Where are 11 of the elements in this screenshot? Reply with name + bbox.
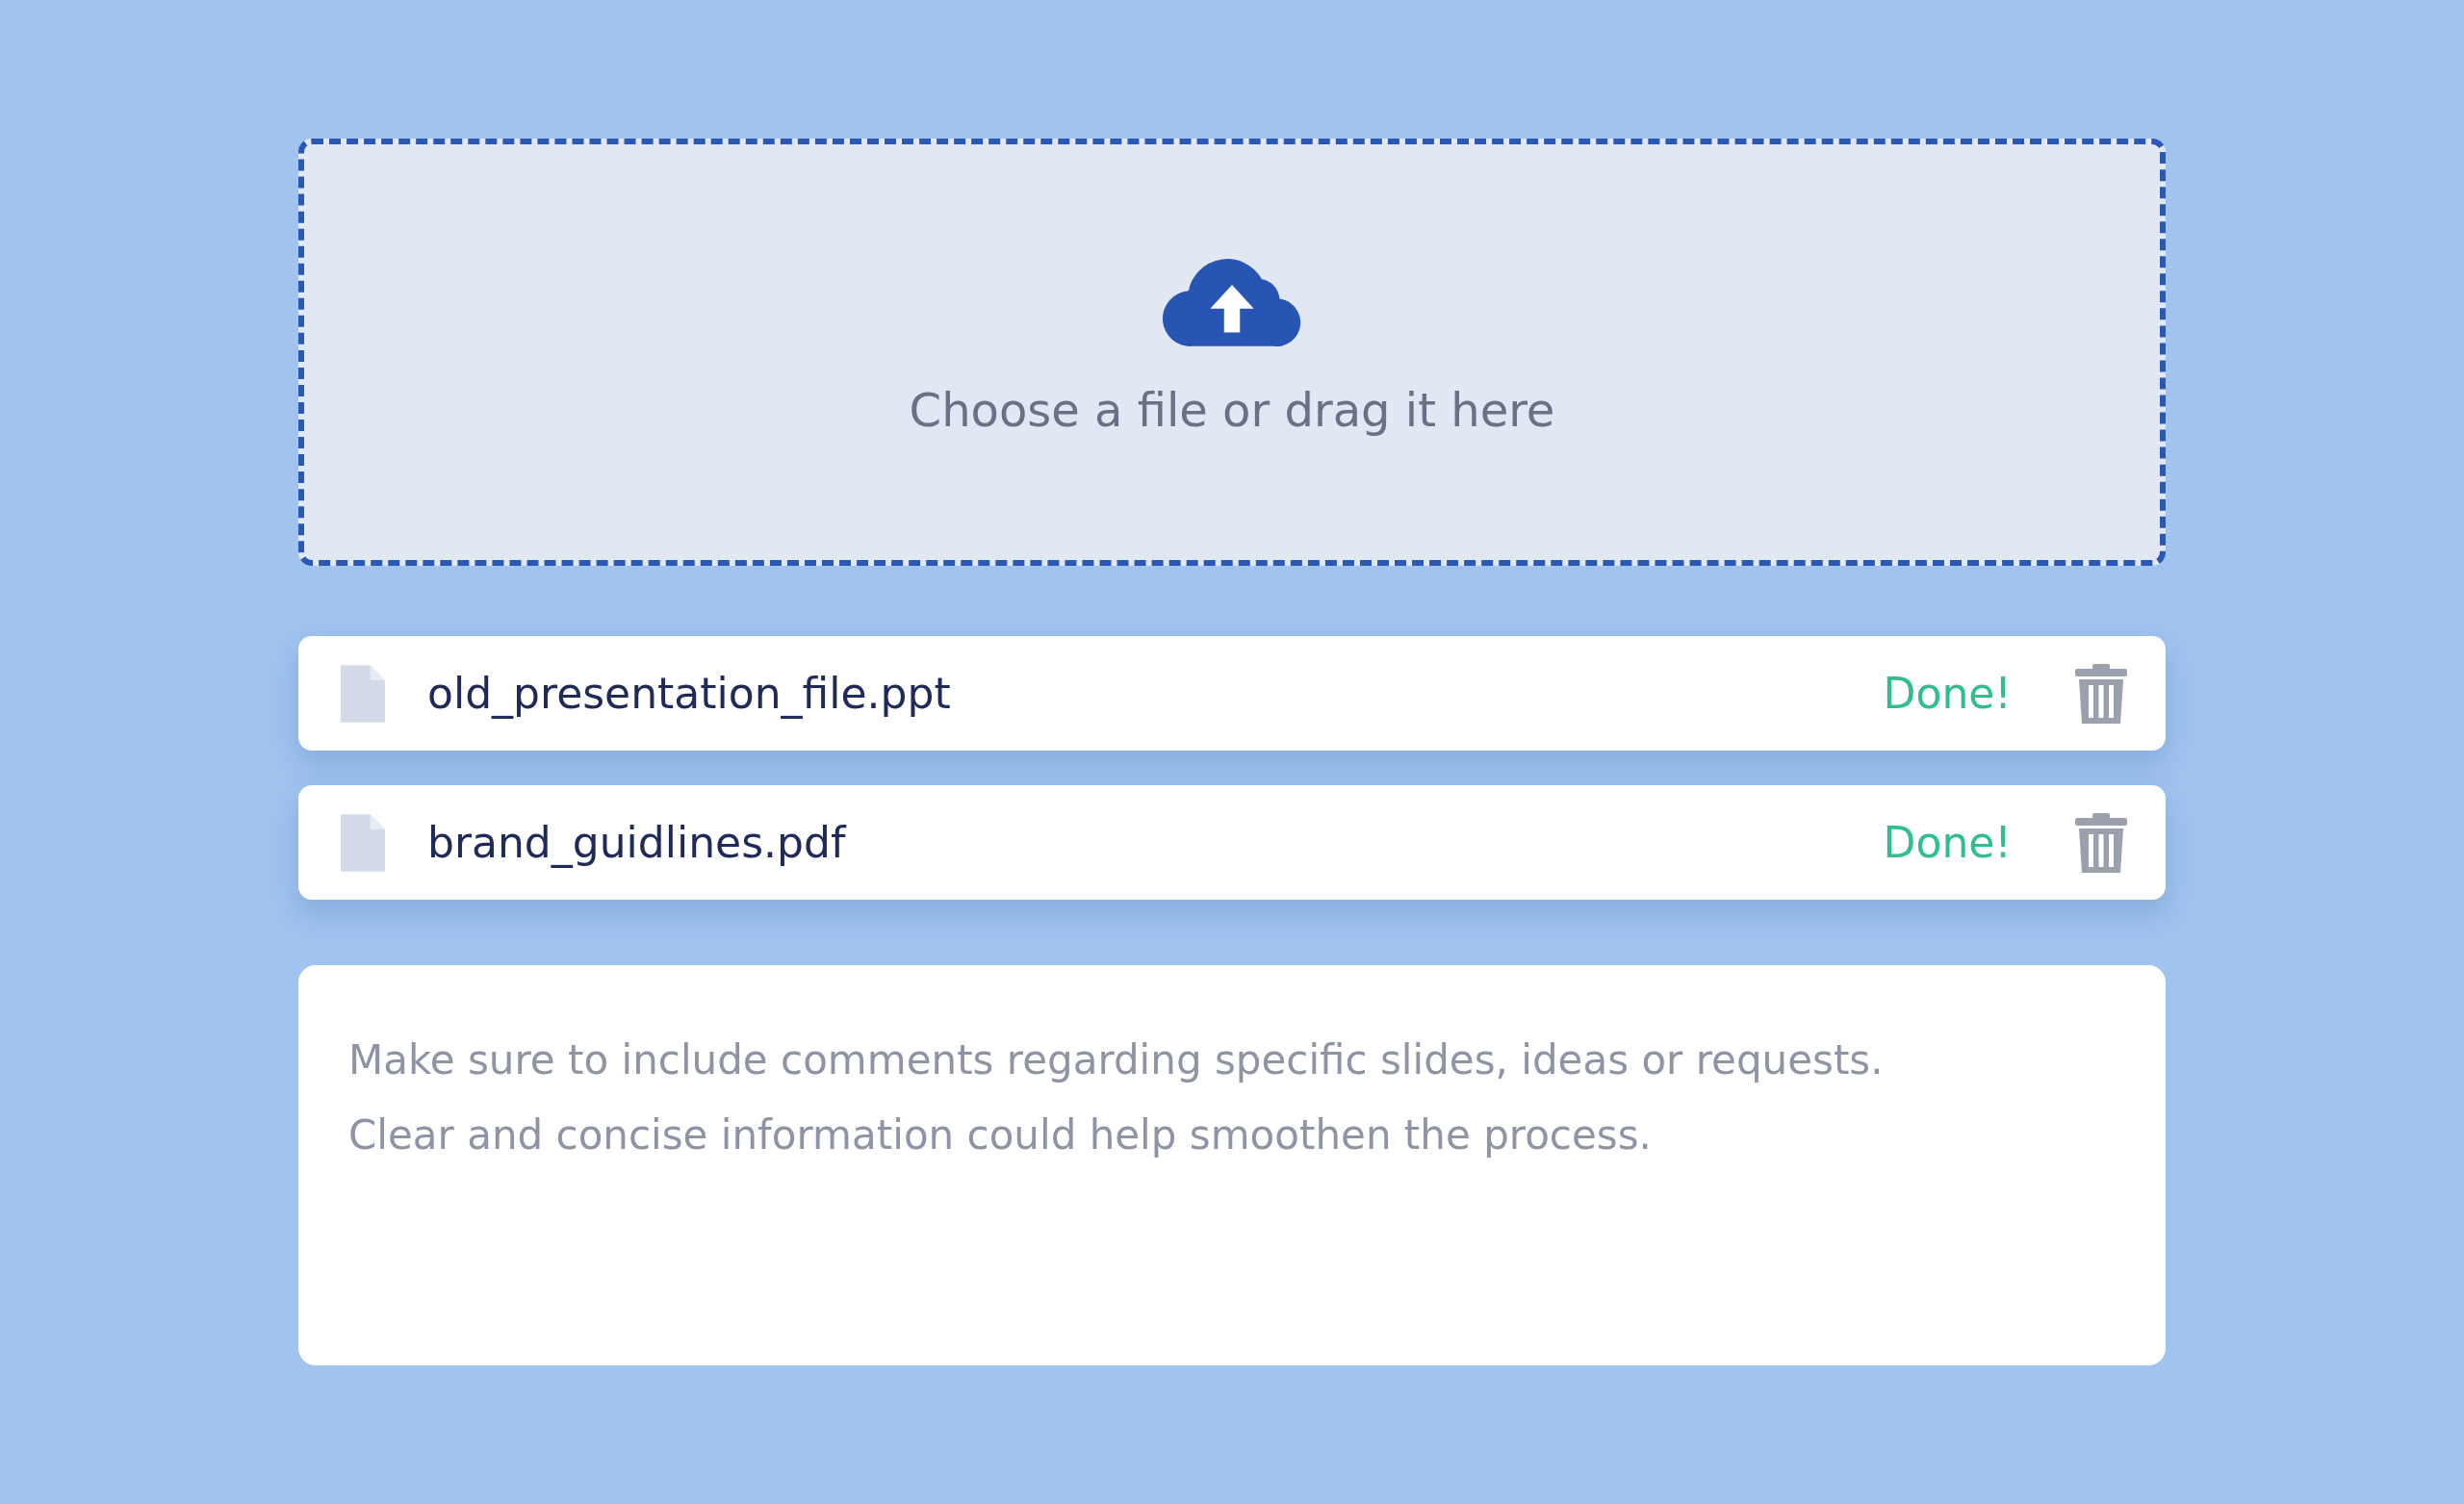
comments-field[interactable]: Make sure to include comments regarding specific slides, ideas or requests. Clear and concise information could help smoothen the process. bbox=[298, 965, 2166, 1365]
upload-status: Done! bbox=[1883, 669, 2012, 718]
trash-icon[interactable] bbox=[2075, 663, 2127, 724]
file-name: old_presentation_file.ppt bbox=[427, 669, 952, 718]
dropzone-label: Choose a file or drag it here bbox=[909, 382, 1555, 437]
file-dropzone[interactable]: Choose a file or drag it here bbox=[298, 139, 2166, 566]
file-icon bbox=[341, 813, 385, 872]
upload-status: Done! bbox=[1883, 818, 2012, 867]
trash-icon[interactable] bbox=[2075, 812, 2127, 873]
file-icon bbox=[341, 664, 385, 723]
file-name: brand_guidlines.pdf bbox=[427, 818, 848, 867]
